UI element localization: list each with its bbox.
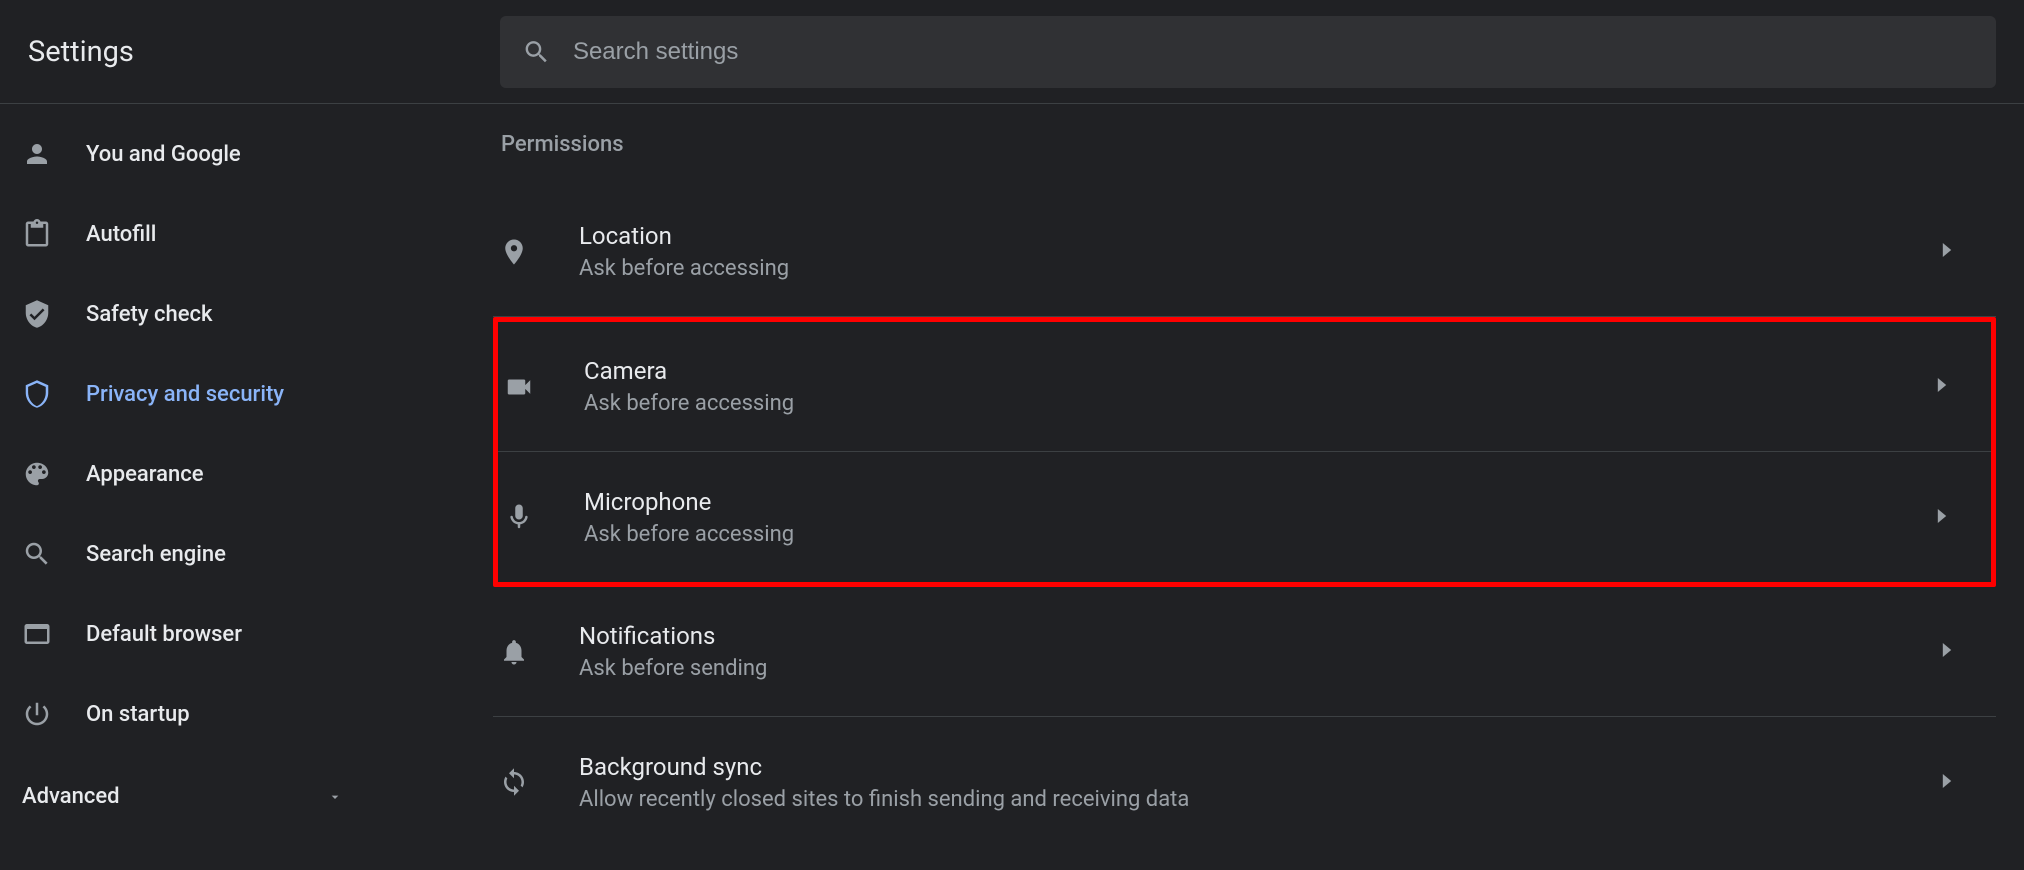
- sidebar-item-you-and-google[interactable]: You and Google: [0, 114, 465, 194]
- permission-text: Location Ask before accessing: [579, 222, 1942, 281]
- advanced-label: Advanced: [22, 784, 120, 809]
- main-content: Permissions Location Ask before accessin…: [465, 104, 2024, 870]
- sidebar-item-search-engine[interactable]: Search engine: [0, 514, 465, 594]
- microphone-icon: [504, 502, 584, 532]
- permission-title: Camera: [584, 357, 1937, 385]
- permission-item-background-sync[interactable]: Background sync Allow recently closed si…: [493, 717, 1996, 847]
- header: Settings: [0, 0, 2024, 104]
- person-icon: [22, 139, 86, 169]
- palette-icon: [22, 459, 86, 489]
- sidebar-item-label: Appearance: [86, 462, 204, 487]
- shield-check-icon: [22, 299, 86, 329]
- permission-item-microphone[interactable]: Microphone Ask before accessing: [498, 452, 1991, 582]
- sidebar-item-label: Autofill: [86, 222, 156, 247]
- sync-icon: [499, 767, 579, 797]
- power-icon: [22, 699, 86, 729]
- highlight-annotation: Camera Ask before accessing Microphone A…: [493, 317, 1996, 587]
- sidebar-item-label: Safety check: [86, 302, 213, 327]
- search-icon: [522, 37, 551, 67]
- chevron-right-icon: [1937, 508, 1991, 527]
- location-icon: [499, 237, 579, 267]
- permission-title: Location: [579, 222, 1942, 250]
- permission-subtitle: Ask before accessing: [584, 391, 1937, 416]
- permission-text: Camera Ask before accessing: [584, 357, 1937, 416]
- permission-subtitle: Allow recently closed sites to finish se…: [579, 787, 1942, 812]
- permission-title: Notifications: [579, 622, 1942, 650]
- shield-icon: [22, 379, 86, 409]
- sidebar-item-safety-check[interactable]: Safety check: [0, 274, 465, 354]
- chevron-right-icon: [1942, 642, 1996, 661]
- browser-icon: [22, 619, 86, 649]
- permission-subtitle: Ask before sending: [579, 656, 1942, 681]
- sidebar-item-label: Privacy and security: [86, 382, 284, 407]
- permission-subtitle: Ask before accessing: [579, 256, 1942, 281]
- permission-item-camera[interactable]: Camera Ask before accessing: [498, 322, 1991, 452]
- search-container[interactable]: [500, 16, 1996, 88]
- page-title: Settings: [0, 35, 500, 69]
- permission-item-notifications[interactable]: Notifications Ask before sending: [493, 587, 1996, 717]
- sidebar-item-label: On startup: [86, 702, 190, 727]
- search-icon: [22, 539, 86, 569]
- sidebar-item-appearance[interactable]: Appearance: [0, 434, 465, 514]
- content-wrapper: You and Google Autofill Safety check Pri…: [0, 104, 2024, 870]
- chevron-right-icon: [1942, 773, 1996, 792]
- permission-text: Microphone Ask before accessing: [584, 488, 1937, 547]
- sidebar-item-on-startup[interactable]: On startup: [0, 674, 465, 754]
- chevron-right-icon: [1942, 242, 1996, 261]
- permission-subtitle: Ask before accessing: [584, 522, 1937, 547]
- sidebar-item-label: Search engine: [86, 542, 226, 567]
- permission-text: Notifications Ask before sending: [579, 622, 1942, 681]
- permissions-list: Location Ask before accessing Camera Ask…: [493, 187, 1996, 847]
- sidebar: You and Google Autofill Safety check Pri…: [0, 104, 465, 870]
- chevron-down-icon: [327, 789, 343, 805]
- sidebar-item-label: Default browser: [86, 622, 242, 647]
- sidebar-item-autofill[interactable]: Autofill: [0, 194, 465, 274]
- clipboard-icon: [22, 219, 86, 249]
- sidebar-item-privacy-security[interactable]: Privacy and security: [0, 354, 465, 434]
- section-title: Permissions: [499, 132, 1996, 157]
- permission-title: Microphone: [584, 488, 1937, 516]
- camera-icon: [504, 372, 584, 402]
- sidebar-item-label: You and Google: [86, 142, 241, 167]
- permission-text: Background sync Allow recently closed si…: [579, 753, 1942, 812]
- sidebar-advanced[interactable]: Advanced: [0, 760, 465, 833]
- permission-item-location[interactable]: Location Ask before accessing: [493, 187, 1996, 317]
- chevron-right-icon: [1937, 377, 1991, 396]
- permission-title: Background sync: [579, 753, 1942, 781]
- bell-icon: [499, 637, 579, 667]
- search-input[interactable]: [573, 38, 1974, 66]
- sidebar-item-default-browser[interactable]: Default browser: [0, 594, 465, 674]
